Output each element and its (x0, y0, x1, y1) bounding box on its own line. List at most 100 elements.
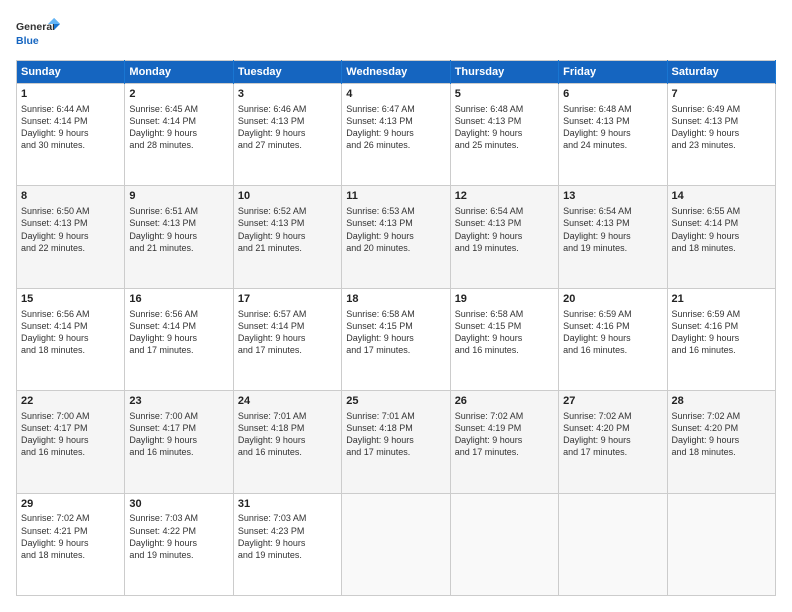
day-info: Sunrise: 7:03 AM Sunset: 4:22 PM Dayligh… (129, 513, 198, 559)
weekday-header-row: SundayMondayTuesdayWednesdayThursdayFrid… (17, 61, 776, 84)
day-number: 20 (563, 292, 662, 307)
day-number: 11 (346, 189, 445, 204)
day-number: 5 (455, 87, 554, 102)
weekday-header-friday: Friday (559, 61, 667, 84)
day-number: 4 (346, 87, 445, 102)
calendar-cell: 27 Sunrise: 7:02 AM Sunset: 4:20 PM Dayli… (559, 391, 667, 493)
calendar-cell (342, 493, 450, 595)
day-number: 2 (129, 87, 228, 102)
calendar-cell: 15 Sunrise: 6:56 AM Sunset: 4:14 PM Dayli… (17, 288, 125, 390)
day-number: 8 (21, 189, 120, 204)
day-number: 9 (129, 189, 228, 204)
calendar-cell (450, 493, 558, 595)
day-info: Sunrise: 7:03 AM Sunset: 4:23 PM Dayligh… (238, 513, 307, 559)
week-row-5: 29Sunrise: 7:02 AM Sunset: 4:21 PM Dayli… (17, 493, 776, 595)
day-number: 12 (455, 189, 554, 204)
day-info: Sunrise: 7:01 AM Sunset: 4:18 PM Dayligh… (346, 411, 415, 457)
day-info: Sunrise: 6:59 AM Sunset: 4:16 PM Dayligh… (672, 309, 741, 355)
day-info: Sunrise: 6:48 AM Sunset: 4:13 PM Dayligh… (563, 104, 632, 150)
day-info: Sunrise: 6:51 AM Sunset: 4:13 PM Dayligh… (129, 206, 198, 252)
calendar-cell: 9 Sunrise: 6:51 AM Sunset: 4:13 PM Daylig… (125, 186, 233, 288)
day-number: 21 (672, 292, 771, 307)
calendar-cell: 23Sunrise: 7:00 AM Sunset: 4:17 PM Dayli… (125, 391, 233, 493)
day-number: 10 (238, 189, 337, 204)
week-row-2: 8 Sunrise: 6:50 AM Sunset: 4:13 PM Daylig… (17, 186, 776, 288)
day-number: 30 (129, 497, 228, 512)
day-info: Sunrise: 7:02 AM Sunset: 4:19 PM Dayligh… (455, 411, 524, 457)
day-info: Sunrise: 6:58 AM Sunset: 4:15 PM Dayligh… (346, 309, 415, 355)
calendar-cell: 22 Sunrise: 7:00 AM Sunset: 4:17 PM Dayli… (17, 391, 125, 493)
weekday-header-saturday: Saturday (667, 61, 775, 84)
calendar-cell: 3Sunrise: 6:46 AM Sunset: 4:13 PM Daylig… (233, 84, 341, 186)
day-info: Sunrise: 7:02 AM Sunset: 4:20 PM Dayligh… (672, 411, 741, 457)
day-info: Sunrise: 7:02 AM Sunset: 4:21 PM Dayligh… (21, 513, 90, 559)
calendar-cell: 2 Sunrise: 6:45 AM Sunset: 4:14 PM Daylig… (125, 84, 233, 186)
calendar-cell: 30Sunrise: 7:03 AM Sunset: 4:22 PM Dayli… (125, 493, 233, 595)
week-row-3: 15 Sunrise: 6:56 AM Sunset: 4:14 PM Dayli… (17, 288, 776, 390)
calendar-cell: 18 Sunrise: 6:58 AM Sunset: 4:15 PM Dayli… (342, 288, 450, 390)
day-info: Sunrise: 7:00 AM Sunset: 4:17 PM Dayligh… (21, 411, 90, 457)
calendar-cell: 21 Sunrise: 6:59 AM Sunset: 4:16 PM Dayli… (667, 288, 775, 390)
day-info: Sunrise: 6:47 AM Sunset: 4:13 PM Dayligh… (346, 104, 415, 150)
calendar-cell: 14Sunrise: 6:55 AM Sunset: 4:14 PM Dayli… (667, 186, 775, 288)
calendar-cell: 5 Sunrise: 6:48 AM Sunset: 4:13 PM Daylig… (450, 84, 558, 186)
day-info: Sunrise: 6:58 AM Sunset: 4:15 PM Dayligh… (455, 309, 524, 355)
calendar-cell (667, 493, 775, 595)
calendar-cell: 6 Sunrise: 6:48 AM Sunset: 4:13 PM Daylig… (559, 84, 667, 186)
day-number: 19 (455, 292, 554, 307)
day-number: 31 (238, 497, 337, 512)
calendar-table: SundayMondayTuesdayWednesdayThursdayFrid… (16, 60, 776, 596)
svg-text:Blue: Blue (16, 35, 39, 47)
day-number: 14 (672, 189, 771, 204)
week-row-4: 22 Sunrise: 7:00 AM Sunset: 4:17 PM Dayli… (17, 391, 776, 493)
header: General Blue (16, 16, 776, 52)
day-info: Sunrise: 6:46 AM Sunset: 4:13 PM Dayligh… (238, 104, 307, 150)
calendar-cell: 4 Sunrise: 6:47 AM Sunset: 4:13 PM Daylig… (342, 84, 450, 186)
day-info: Sunrise: 6:50 AM Sunset: 4:13 PM Dayligh… (21, 206, 90, 252)
day-number: 15 (21, 292, 120, 307)
calendar-cell: 20 Sunrise: 6:59 AM Sunset: 4:16 PM Dayli… (559, 288, 667, 390)
day-number: 13 (563, 189, 662, 204)
calendar-cell: 7Sunrise: 6:49 AM Sunset: 4:13 PM Daylig… (667, 84, 775, 186)
day-number: 23 (129, 394, 228, 409)
calendar-cell: 13 Sunrise: 6:54 AM Sunset: 4:13 PM Dayli… (559, 186, 667, 288)
day-info: Sunrise: 6:59 AM Sunset: 4:16 PM Dayligh… (563, 309, 632, 355)
day-number: 1 (21, 87, 120, 102)
calendar-cell: 29Sunrise: 7:02 AM Sunset: 4:21 PM Dayli… (17, 493, 125, 595)
weekday-header-thursday: Thursday (450, 61, 558, 84)
day-number: 26 (455, 394, 554, 409)
calendar-cell: 10 Sunrise: 6:52 AM Sunset: 4:13 PM Dayli… (233, 186, 341, 288)
day-info: Sunrise: 6:56 AM Sunset: 4:14 PM Dayligh… (129, 309, 198, 355)
weekday-header-monday: Monday (125, 61, 233, 84)
calendar-cell: 12 Sunrise: 6:54 AM Sunset: 4:13 PM Dayli… (450, 186, 558, 288)
day-info: Sunrise: 6:54 AM Sunset: 4:13 PM Dayligh… (563, 206, 632, 252)
day-info: Sunrise: 6:52 AM Sunset: 4:13 PM Dayligh… (238, 206, 307, 252)
day-number: 18 (346, 292, 445, 307)
day-number: 6 (563, 87, 662, 102)
day-info: Sunrise: 6:48 AM Sunset: 4:13 PM Dayligh… (455, 104, 524, 150)
day-info: Sunrise: 6:54 AM Sunset: 4:13 PM Dayligh… (455, 206, 524, 252)
calendar-cell: 11 Sunrise: 6:53 AM Sunset: 4:13 PM Dayli… (342, 186, 450, 288)
day-info: Sunrise: 6:53 AM Sunset: 4:13 PM Dayligh… (346, 206, 415, 252)
day-number: 16 (129, 292, 228, 307)
calendar-cell (559, 493, 667, 595)
calendar-cell: 19 Sunrise: 6:58 AM Sunset: 4:15 PM Dayli… (450, 288, 558, 390)
day-info: Sunrise: 6:56 AM Sunset: 4:14 PM Dayligh… (21, 309, 90, 355)
calendar-cell: 24 Sunrise: 7:01 AM Sunset: 4:18 PM Dayli… (233, 391, 341, 493)
day-number: 22 (21, 394, 120, 409)
weekday-header-sunday: Sunday (17, 61, 125, 84)
day-info: Sunrise: 7:01 AM Sunset: 4:18 PM Dayligh… (238, 411, 307, 457)
calendar-cell: 8 Sunrise: 6:50 AM Sunset: 4:13 PM Daylig… (17, 186, 125, 288)
calendar-cell: 31Sunrise: 7:03 AM Sunset: 4:23 PM Dayli… (233, 493, 341, 595)
day-number: 24 (238, 394, 337, 409)
day-info: Sunrise: 6:44 AM Sunset: 4:14 PM Dayligh… (21, 104, 90, 150)
day-number: 25 (346, 394, 445, 409)
day-info: Sunrise: 7:02 AM Sunset: 4:20 PM Dayligh… (563, 411, 632, 457)
general-blue-logo: General Blue (16, 16, 76, 52)
day-info: Sunrise: 6:45 AM Sunset: 4:14 PM Dayligh… (129, 104, 198, 150)
calendar-cell: 17Sunrise: 6:57 AM Sunset: 4:14 PM Dayli… (233, 288, 341, 390)
week-row-1: 1 Sunrise: 6:44 AM Sunset: 4:14 PM Daylig… (17, 84, 776, 186)
day-number: 27 (563, 394, 662, 409)
day-number: 28 (672, 394, 771, 409)
weekday-header-wednesday: Wednesday (342, 61, 450, 84)
